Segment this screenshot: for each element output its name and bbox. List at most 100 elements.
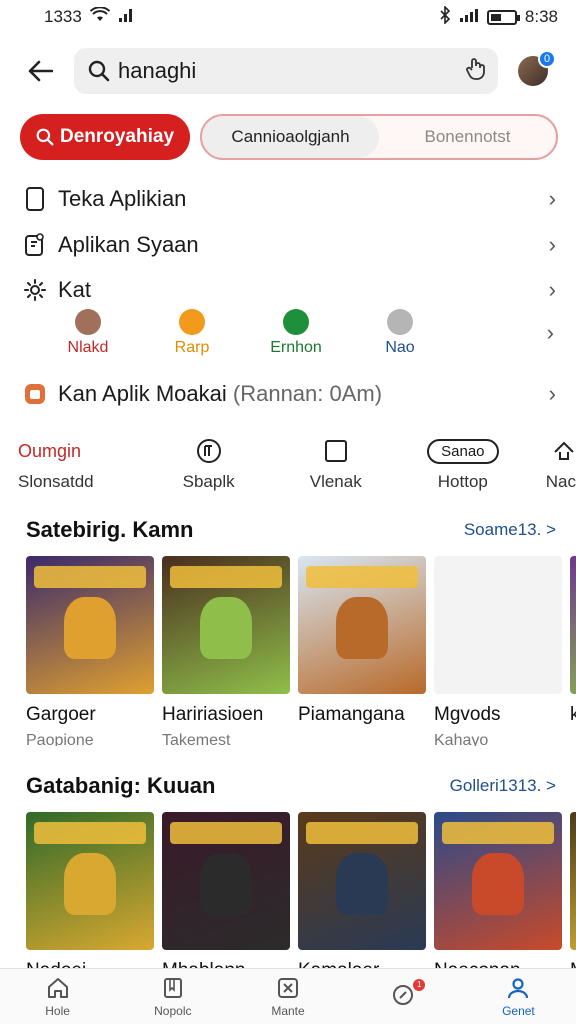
quick-item-pill-label: Sanao — [427, 438, 499, 464]
kat-app-label: Nlakd — [67, 339, 109, 356]
game-thumbnail — [434, 556, 562, 694]
primary-chip-button[interactable]: Denroyahiay — [20, 114, 190, 160]
game-card[interactable]: kat — [570, 556, 576, 746]
segmented-control: Cannioaolgjanh Bonennotst — [200, 114, 558, 160]
game-thumbnail — [162, 812, 290, 950]
game-title: kat — [570, 704, 576, 725]
app-store-icon — [22, 381, 48, 407]
back-button[interactable] — [14, 45, 66, 97]
battery-icon — [486, 9, 520, 25]
filter-chips: Denroyahiay Cannioaolgjanh Bonennotst — [20, 114, 558, 162]
chevron-right-icon: › — [548, 232, 556, 257]
search-header: 0 — [0, 44, 576, 98]
nav-item[interactable]: Mante — [230, 969, 345, 1024]
quick-item-pill: Sanao — [427, 436, 499, 466]
quick-item-label: Slonsatdd — [18, 472, 94, 491]
game-thumbnail — [26, 812, 154, 950]
game-card[interactable]: Piamangana — [298, 556, 426, 746]
menu-row-teka-aplikian[interactable]: Teka Aplikian › — [22, 179, 556, 219]
menu-row-kan-aplik-moakai[interactable]: Kan Aplik Moakai (Rannan: 0Am) › — [22, 374, 556, 414]
game-logo-art — [34, 822, 146, 844]
section-title: Gatabanig: Kuuan — [26, 773, 216, 798]
section-see-more-link[interactable]: Soame13. > — [464, 520, 556, 540]
game-title: Mhablann — [162, 960, 290, 968]
game-title: Piamangana — [298, 704, 405, 725]
menu-row-aplikan-syaan[interactable]: Aplikan Syaan › — [22, 225, 556, 265]
game-title: Naeconan — [434, 960, 562, 968]
search-input[interactable] — [118, 58, 466, 84]
game-logo-art — [170, 822, 282, 844]
section-title: Satebirig. Kamn — [26, 517, 194, 542]
status-time-left: 1333 — [44, 7, 82, 26]
game-title: Kamalaer — [298, 960, 426, 968]
status-bar: 1333 8:38 — [0, 0, 576, 34]
game-logo-art — [170, 566, 282, 588]
segment-active[interactable]: Cannioaolgjanh — [202, 116, 379, 158]
share-icon — [552, 436, 576, 466]
section-header-1: Satebirig. Kamn Soame13. > — [26, 514, 556, 546]
game-subtitle: Takemest — [162, 732, 231, 746]
notification-badge: 1 — [413, 978, 426, 991]
quick-item-label: Vlenak — [309, 472, 362, 491]
quick-item[interactable]: Oumgin Slonsatdd — [18, 436, 145, 500]
menu-label: Kan Aplik Moakai — [58, 381, 227, 406]
quick-item-top: Oumgin — [18, 440, 82, 461]
home-icon — [46, 976, 70, 1002]
avatar-badge: 0 — [538, 50, 556, 68]
quick-item-label: Hottop — [437, 472, 488, 491]
segment-inactive[interactable]: Bonennotst — [379, 116, 556, 158]
game-thumbnail — [26, 556, 154, 694]
game-character-art — [64, 597, 116, 660]
menu-label: Aplikan Syaan — [58, 232, 199, 257]
game-logo-art — [442, 822, 554, 844]
kat-app-item[interactable]: Rarp — [140, 309, 244, 357]
kat-app-item[interactable]: Nlakd — [36, 309, 140, 357]
game-card[interactable]: Nadoei — [26, 812, 154, 968]
game-logo-art — [306, 822, 418, 844]
game-card[interactable]: Kamalaer — [298, 812, 426, 968]
menu-label: Kat — [58, 277, 92, 302]
bluetooth-icon — [439, 4, 451, 29]
game-character-art — [336, 853, 388, 916]
nav-item[interactable]: 1 — [346, 969, 461, 1024]
kat-app-item[interactable]: Ernhon — [244, 309, 348, 357]
game-thumbnail — [298, 812, 426, 950]
game-logo-art — [34, 566, 146, 588]
search-icon — [86, 58, 112, 84]
game-card[interactable]: Mgvods Kahayo — [434, 556, 562, 746]
game-logo-art — [306, 566, 418, 588]
chevron-right-icon[interactable]: › — [547, 320, 554, 346]
gear-icon — [22, 277, 48, 303]
quick-item[interactable]: Nac — [526, 436, 576, 500]
chevron-right-icon: › — [548, 381, 556, 406]
kat-app-item[interactable]: Nao — [348, 309, 452, 357]
nav-item[interactable]: Genet — [461, 969, 576, 1024]
menu-row-kat[interactable]: Kat › — [22, 270, 556, 310]
section-see-more-link[interactable]: Golleri1313. > — [450, 776, 556, 796]
game-card[interactable]: Mhablann — [162, 812, 290, 968]
quick-item[interactable]: Sbaplk — [145, 436, 272, 500]
game-card[interactable]: Gargoer Paopione — [26, 556, 154, 746]
quick-item[interactable]: Vlenak — [272, 436, 399, 500]
app-list-icon — [22, 232, 48, 258]
search-bar[interactable] — [74, 48, 498, 94]
quick-item[interactable]: Sanao Hottop — [399, 436, 526, 500]
game-card[interactable]: Haririasioen Takemest — [162, 556, 290, 746]
game-character-art — [200, 597, 252, 660]
nav-item-label: Nopolc — [154, 1003, 192, 1018]
kat-app-label: Ernhon — [270, 339, 322, 356]
quick-item-label: Sbaplk — [182, 472, 235, 491]
nav-item[interactable]: Hole — [0, 969, 115, 1024]
avatar[interactable]: 0 — [518, 50, 556, 86]
nav-item-label: Genet — [502, 1003, 535, 1018]
game-card-row-1: Gargoer Paopione Haririasioen Takemest Piama… — [26, 556, 576, 746]
nav-item[interactable]: Nopolc — [115, 969, 230, 1024]
game-card[interactable]: M — [570, 812, 576, 968]
book-icon — [161, 976, 185, 1002]
game-title: Haririasioen — [162, 704, 264, 725]
voice-search-icon[interactable] — [466, 56, 486, 86]
menu-label: Teka Aplikian — [58, 186, 187, 211]
game-subtitle: Kahayo — [434, 732, 489, 746]
game-card[interactable]: Naeconan — [434, 812, 562, 968]
game-card-row-2: Nadoei Mhablann Kamalaer Naeconan M — [26, 812, 576, 968]
